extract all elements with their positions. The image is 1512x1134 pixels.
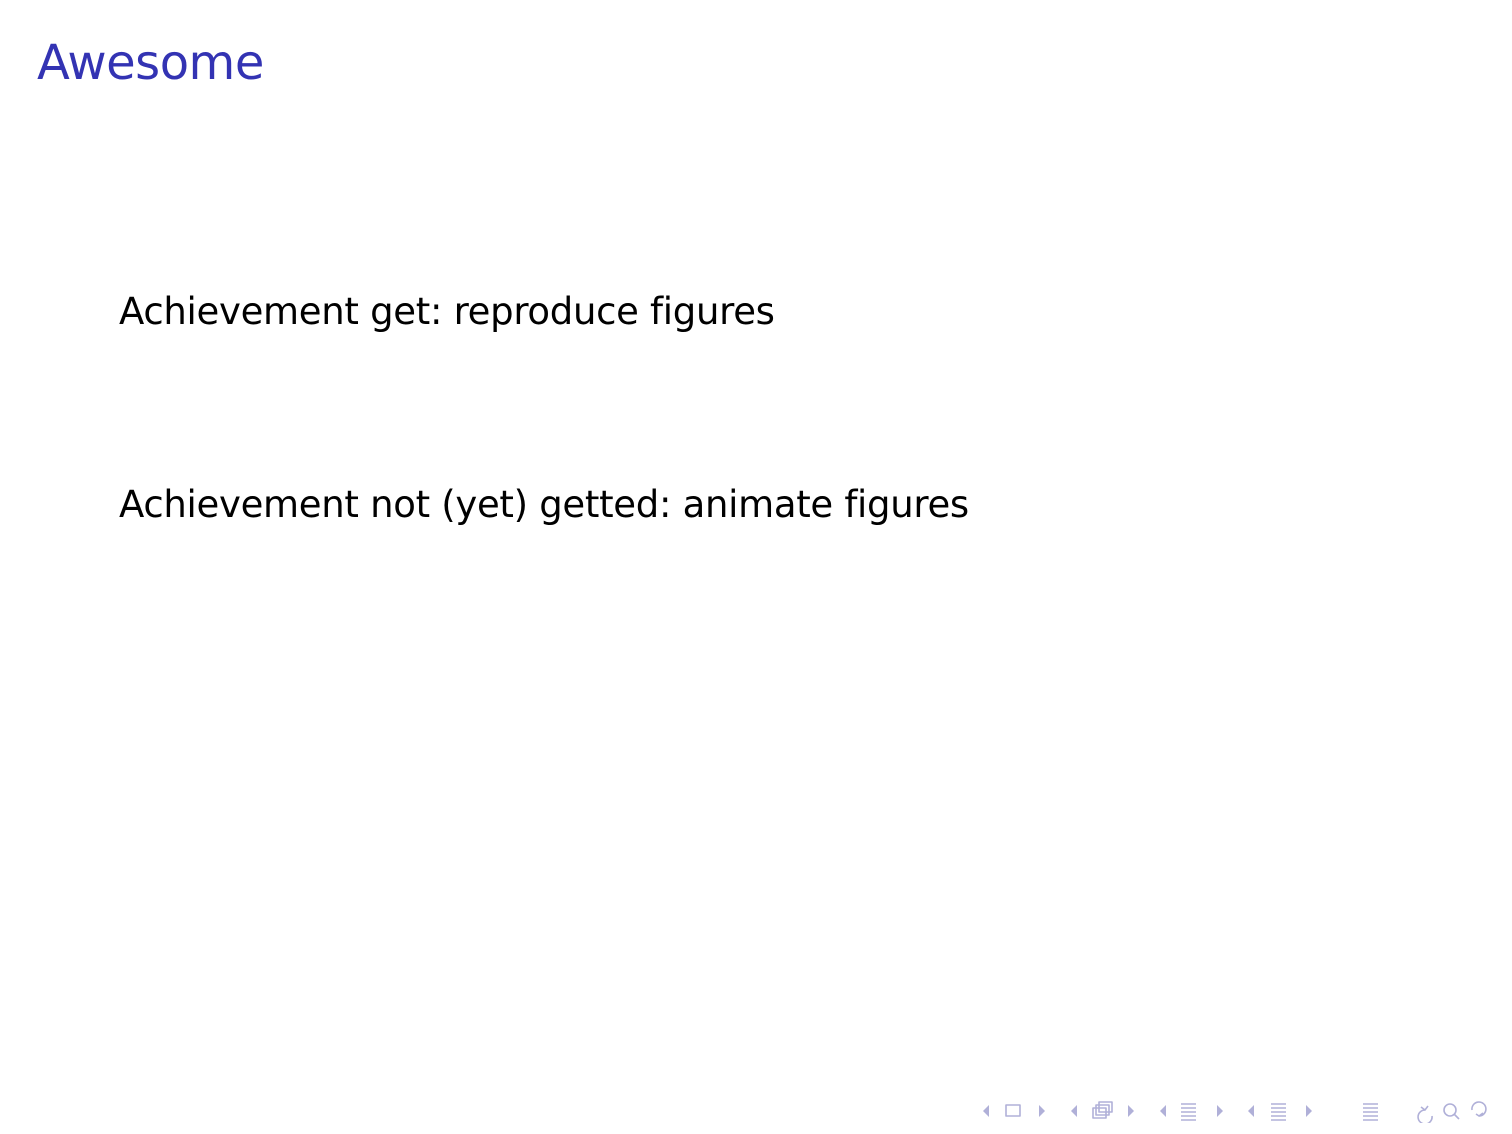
body-line-2: Achievement not (yet) getted: animate fi… <box>119 483 969 526</box>
search-icon[interactable] <box>1417 1101 1487 1123</box>
slide: Awesome Achievement get: reproduce figur… <box>0 0 1512 1134</box>
subsection-nav-icon[interactable] <box>1071 1101 1134 1119</box>
body-line-1: Achievement get: reproduce figures <box>119 290 775 333</box>
frame-nav-icon[interactable] <box>983 1104 1045 1117</box>
document-nav-icon[interactable] <box>1248 1103 1312 1121</box>
navigation-bar <box>976 1097 1500 1123</box>
toc-icon[interactable] <box>1363 1103 1378 1121</box>
frame-title: Awesome <box>37 35 264 91</box>
section-nav-icon[interactable] <box>1160 1103 1223 1121</box>
